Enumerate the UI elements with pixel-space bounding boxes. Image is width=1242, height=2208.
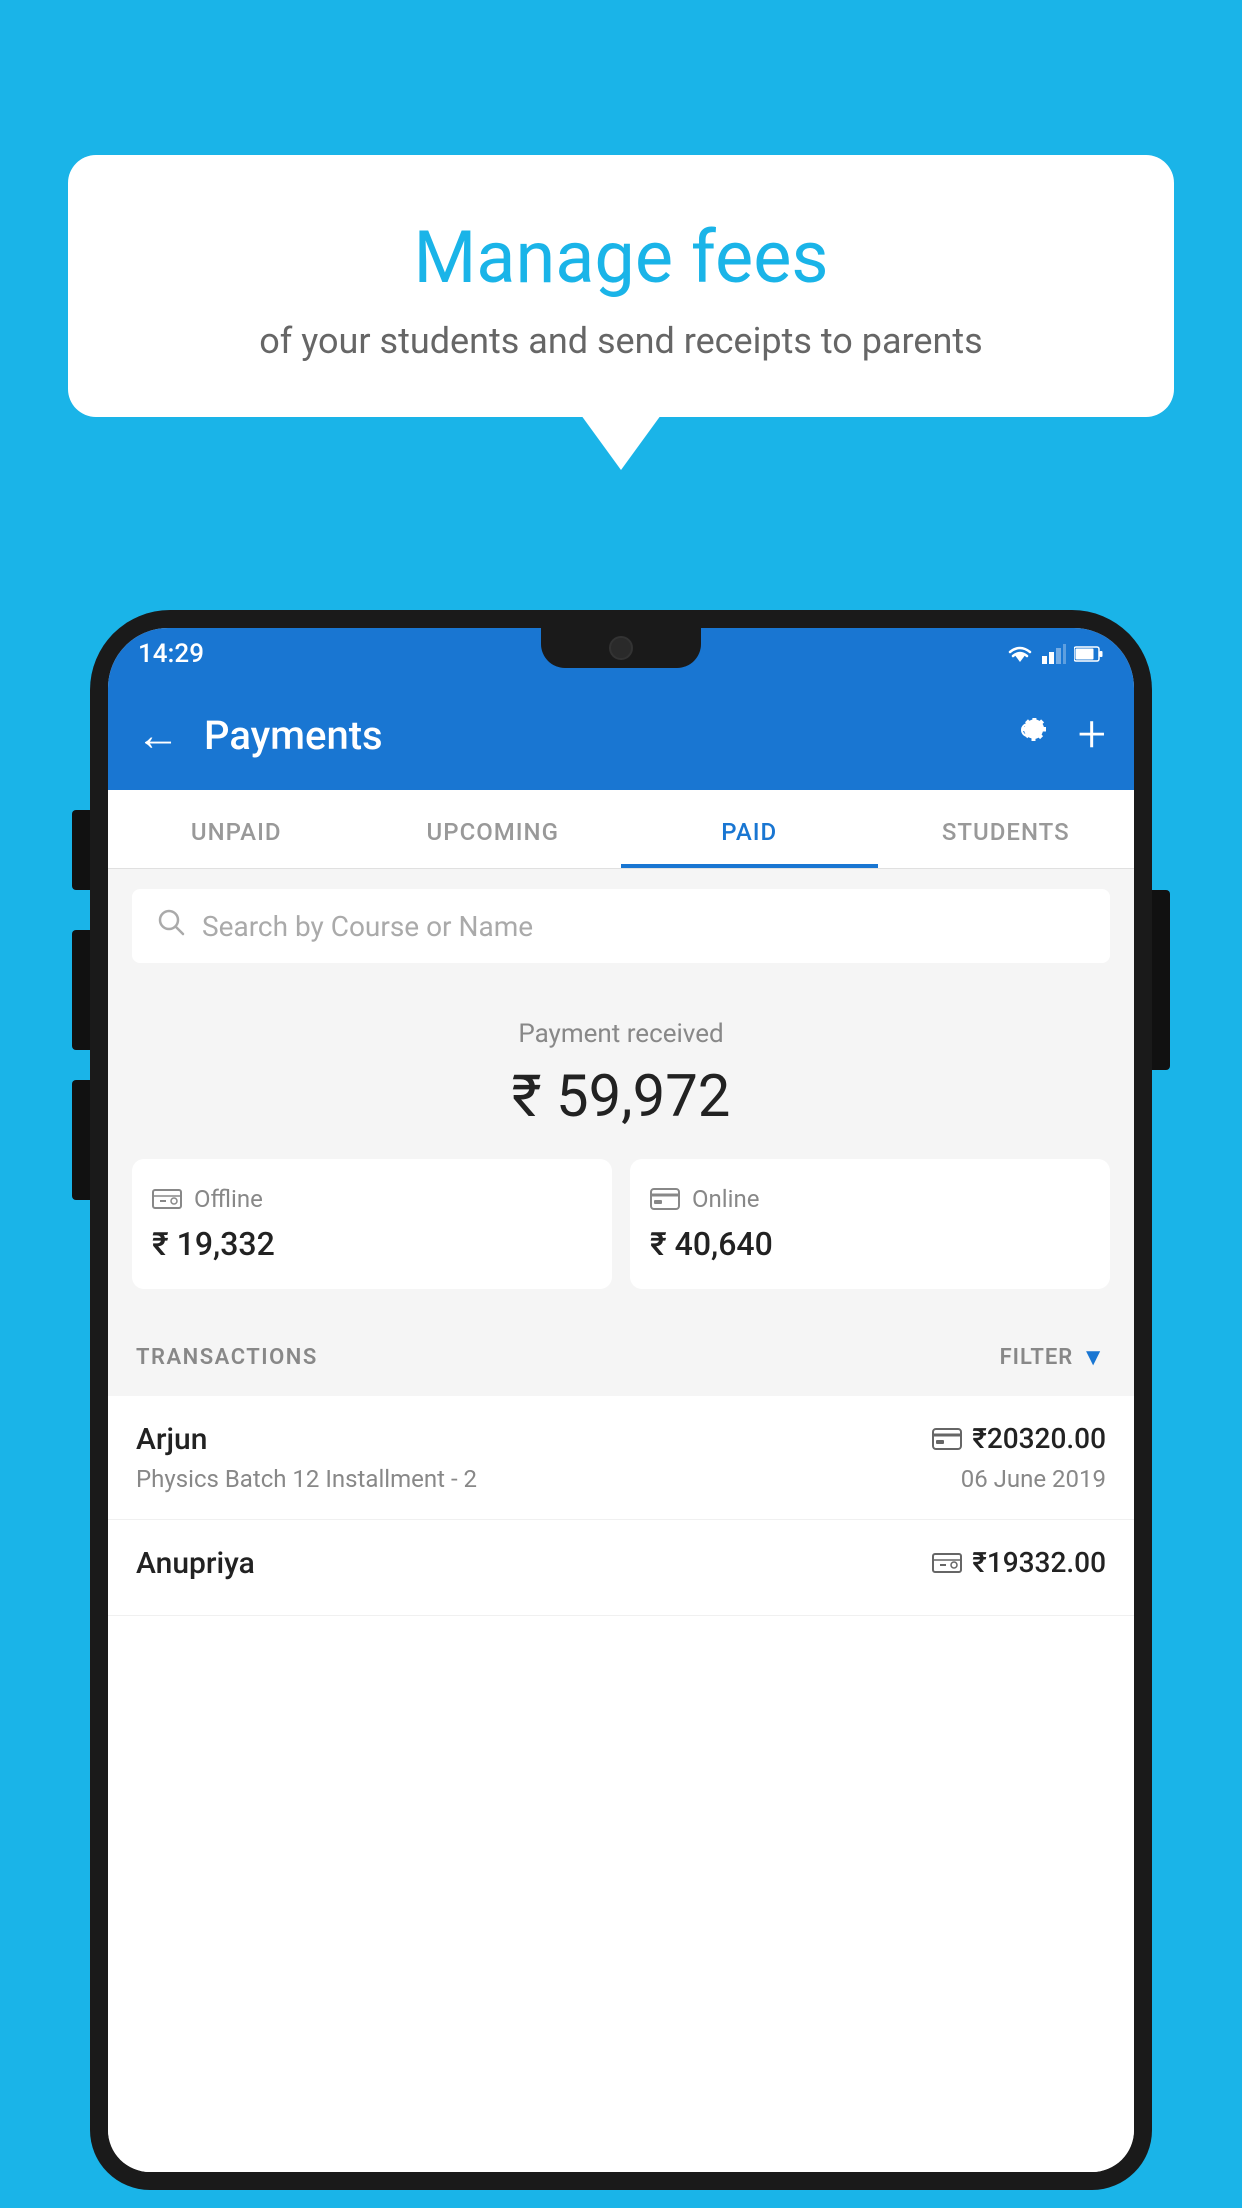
offline-amount: ₹ 19,332 (152, 1225, 275, 1263)
speech-bubble: Manage fees of your students and send re… (68, 155, 1174, 417)
transaction-row[interactable]: Anupriya ₹19332.00 (108, 1520, 1134, 1616)
transaction-amount-wrap: ₹19332.00 (932, 1546, 1106, 1579)
transaction-amount: ₹20320.00 (972, 1422, 1106, 1455)
offline-icon (152, 1186, 182, 1212)
status-icons (1006, 644, 1104, 664)
transactions-label: TRANSACTIONS (136, 1345, 318, 1370)
tab-paid[interactable]: PAID (621, 790, 878, 868)
speech-bubble-container: Manage fees of your students and send re… (68, 155, 1174, 470)
filter-label: FILTER (1000, 1345, 1074, 1370)
transaction-list: Arjun ₹20320.00 Physics Batch (108, 1396, 1134, 2172)
transaction-course: Physics Batch 12 Installment - 2 (136, 1465, 477, 1493)
transaction-amount-wrap: ₹20320.00 (932, 1422, 1106, 1455)
wifi-icon (1006, 644, 1034, 664)
battery-icon (1074, 646, 1104, 662)
gear-svg (1008, 710, 1048, 750)
transaction-amount: ₹19332.00 (972, 1546, 1106, 1579)
camera (609, 636, 633, 660)
tabs: UNPAID UPCOMING PAID STUDENTS (108, 790, 1134, 869)
transaction-mode-icon (932, 1428, 962, 1450)
tab-upcoming[interactable]: UPCOMING (365, 790, 622, 868)
status-time: 14:29 (138, 639, 204, 669)
payment-amount: ₹ 59,972 (132, 1063, 1110, 1131)
phone-container: 14:29 (90, 610, 1152, 2208)
speech-bubble-subtitle: of your students and send receipts to pa… (128, 320, 1114, 362)
transaction-name: Anupriya (136, 1546, 255, 1581)
phone-outer: 14:29 (90, 610, 1152, 2190)
transactions-header: TRANSACTIONS FILTER ▼ (108, 1319, 1134, 1396)
payment-received-label: Payment received (132, 1019, 1110, 1049)
online-amount: ₹ 40,640 (650, 1225, 773, 1263)
notch (541, 628, 701, 668)
transaction-name: Arjun (136, 1422, 207, 1457)
search-svg (156, 907, 186, 937)
speech-bubble-title: Manage fees (128, 215, 1114, 300)
payment-cards: Offline ₹ 19,332 Online (132, 1159, 1110, 1289)
app-bar-icons: + (1008, 706, 1106, 764)
online-card: Online ₹ 40,640 (630, 1159, 1110, 1289)
search-container: Search by Course or Name (108, 869, 1134, 983)
transaction-row[interactable]: Arjun ₹20320.00 Physics Batch (108, 1396, 1134, 1520)
add-icon[interactable]: + (1078, 706, 1106, 764)
offline-card: Offline ₹ 19,332 (132, 1159, 612, 1289)
transaction-row-top: Anupriya ₹19332.00 (136, 1546, 1106, 1581)
app-bar-title: Payments (204, 712, 1008, 759)
payment-summary: Payment received ₹ 59,972 Offlin (108, 983, 1134, 1319)
tab-students[interactable]: STUDENTS (878, 790, 1135, 868)
filter-icon: ▼ (1081, 1343, 1106, 1372)
back-button[interactable]: ← (136, 709, 180, 761)
phone-screen: 14:29 (108, 628, 1134, 2172)
signal-icon (1042, 644, 1066, 664)
tab-unpaid[interactable]: UNPAID (108, 790, 365, 868)
online-label: Online (692, 1185, 759, 1213)
transaction-mode-icon (932, 1550, 962, 1576)
offline-card-header: Offline (152, 1185, 263, 1213)
filter-button[interactable]: FILTER ▼ (1000, 1343, 1106, 1372)
transaction-date: 06 June 2019 (961, 1465, 1106, 1493)
search-placeholder-text: Search by Course or Name (202, 910, 533, 943)
transaction-row-top: Arjun ₹20320.00 (136, 1422, 1106, 1457)
online-icon (650, 1188, 680, 1210)
offline-label: Offline (194, 1185, 263, 1213)
settings-icon[interactable] (1008, 710, 1048, 760)
search-icon (156, 907, 186, 945)
transaction-row-bottom: Physics Batch 12 Installment - 2 06 June… (136, 1465, 1106, 1493)
speech-bubble-tail (581, 415, 661, 470)
online-card-header: Online (650, 1185, 759, 1213)
app-bar: ← Payments + (108, 680, 1134, 790)
search-box[interactable]: Search by Course or Name (132, 889, 1110, 963)
